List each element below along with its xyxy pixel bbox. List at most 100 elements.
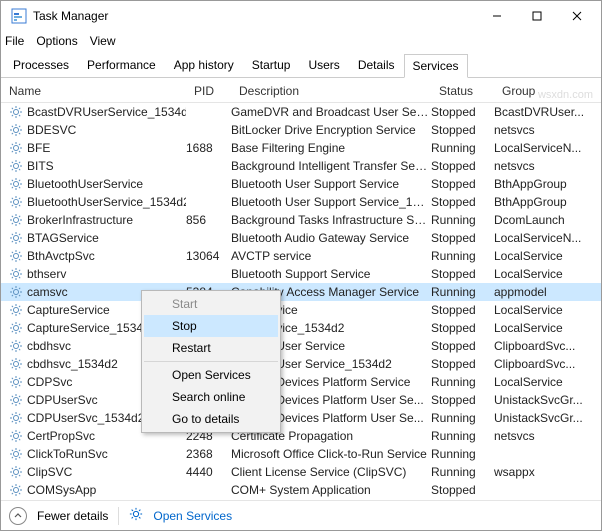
- table-row[interactable]: COMSysAppCOM+ System ApplicationStopped: [1, 481, 601, 499]
- service-name: cbdhsvc_1534d2: [27, 357, 118, 371]
- table-row[interactable]: CaptureServicexxxxxxx viceStoppedLocalSe…: [1, 301, 601, 319]
- ctx-go-to-details[interactable]: Go to details: [144, 408, 278, 430]
- tab-processes[interactable]: Processes: [4, 53, 78, 77]
- service-status: Running: [431, 411, 494, 425]
- menu-view[interactable]: View: [90, 34, 116, 48]
- table-row[interactable]: BDESVCBitLocker Drive Encryption Service…: [1, 121, 601, 139]
- table-row[interactable]: CaptureService_1534xxxxxxx vice_1534d2St…: [1, 319, 601, 337]
- service-name: camsvc: [27, 285, 68, 299]
- service-status: Running: [431, 429, 494, 443]
- service-icon: [9, 465, 23, 479]
- col-status[interactable]: Status: [439, 84, 502, 98]
- service-group: LocalServiceN...: [494, 231, 601, 245]
- tab-services[interactable]: Services: [404, 54, 468, 78]
- service-group: LocalService: [494, 267, 601, 281]
- task-manager-window: Task Manager File Options View Processes…: [0, 0, 602, 531]
- table-row[interactable]: cbdhsvcxxxxxxx User ServiceStoppedClipbo…: [1, 337, 601, 355]
- service-status: Stopped: [431, 267, 494, 281]
- service-name: BFE: [27, 141, 50, 155]
- service-pid: 13064: [186, 249, 231, 263]
- table-row[interactable]: BFE1688Base Filtering EngineRunningLocal…: [1, 139, 601, 157]
- fewer-details-button[interactable]: Fewer details: [37, 509, 108, 523]
- service-status: Running: [431, 285, 494, 299]
- column-headers: Name PID Description Status Group: [1, 78, 601, 103]
- table-row[interactable]: camsvc5384Capability Access Manager Serv…: [1, 283, 601, 301]
- service-description: Client License Service (ClipSVC): [231, 465, 431, 479]
- gear-icon[interactable]: [129, 507, 143, 524]
- service-group: LocalService: [494, 303, 601, 317]
- table-row[interactable]: BluetoothUserServiceBluetooth User Suppo…: [1, 175, 601, 193]
- table-row[interactable]: CDPUserSvcxxxxxxx Devices Platform User …: [1, 391, 601, 409]
- service-status: Stopped: [431, 159, 494, 173]
- tab-performance[interactable]: Performance: [78, 53, 165, 77]
- ctx-start[interactable]: Start: [144, 293, 278, 315]
- service-description: Microsoft Office Click-to-Run Service: [231, 447, 431, 461]
- maximize-button[interactable]: [517, 2, 557, 30]
- service-group: BthAppGroup: [494, 177, 601, 191]
- table-row[interactable]: BcastDVRUserService_1534d2GameDVR and Br…: [1, 103, 601, 121]
- service-name: ClickToRunSvc: [27, 447, 108, 461]
- minimize-button[interactable]: [477, 2, 517, 30]
- table-row[interactable]: BthAvctpSvc13064AVCTP serviceRunningLoca…: [1, 247, 601, 265]
- service-icon: [9, 105, 23, 119]
- service-icon: [9, 267, 23, 281]
- table-row[interactable]: ClickToRunSvc 2368Microsoft Office Click-…: [1, 445, 601, 463]
- table-row[interactable]: BTAGServiceBluetooth Audio Gateway Servi…: [1, 229, 601, 247]
- service-description: GameDVR and Broadcast User Servic...: [231, 105, 431, 119]
- service-icon: [9, 393, 23, 407]
- tab-startup[interactable]: Startup: [243, 53, 300, 77]
- ctx-search-online[interactable]: Search online: [144, 386, 278, 408]
- service-icon: [9, 177, 23, 191]
- tab-users[interactable]: Users: [299, 53, 348, 77]
- service-icon: [9, 429, 23, 443]
- table-row[interactable]: cbdhsvc_1534d2xxxxxxx User Service_1534d…: [1, 355, 601, 373]
- service-status: Stopped: [431, 321, 494, 335]
- table-row[interactable]: CertPropSvc2248Certificate PropagationRu…: [1, 427, 601, 445]
- service-icon: [9, 213, 23, 227]
- service-name: ClipSVC: [27, 465, 72, 479]
- service-group: netsvcs: [494, 159, 601, 173]
- service-description: Bluetooth Support Service: [231, 267, 431, 281]
- titlebar: Task Manager: [1, 1, 601, 31]
- service-name: cbdhsvc: [27, 339, 71, 353]
- service-description: Bluetooth User Support Service_153...: [231, 195, 431, 209]
- service-icon: [9, 159, 23, 173]
- col-pid[interactable]: PID: [194, 84, 239, 98]
- service-group: ClipboardSvc...: [494, 357, 601, 371]
- table-row[interactable]: ClipSVC4440Client License Service (ClipS…: [1, 463, 601, 481]
- service-description: Bluetooth User Support Service: [231, 177, 431, 191]
- ctx-open-services[interactable]: Open Services: [144, 364, 278, 386]
- table-row[interactable]: BluetoothUserService_1534d2Bluetooth Use…: [1, 193, 601, 211]
- context-menu: Start Stop Restart Open Services Search …: [141, 290, 281, 433]
- service-name: CDPUserSvc_1534d2: [27, 411, 144, 425]
- ctx-stop[interactable]: Stop: [144, 315, 278, 337]
- service-group: ClipboardSvc...: [494, 339, 601, 353]
- service-group: LocalService: [494, 321, 601, 335]
- table-row[interactable]: bthservBluetooth Support ServiceStoppedL…: [1, 265, 601, 283]
- col-description[interactable]: Description: [239, 84, 439, 98]
- service-group: wsappx: [494, 465, 601, 479]
- service-name: CaptureService_1534: [27, 321, 143, 335]
- menu-options[interactable]: Options: [36, 34, 77, 48]
- table-row[interactable]: CDPUserSvc_1534d2xxxxxxx Devices Platfor…: [1, 409, 601, 427]
- close-button[interactable]: [557, 2, 597, 30]
- table-row[interactable]: CDPSvcxxxxxxx Devices Platform ServiceRu…: [1, 373, 601, 391]
- open-services-link[interactable]: Open Services: [153, 509, 232, 523]
- service-description: BitLocker Drive Encryption Service: [231, 123, 431, 137]
- table-row[interactable]: BrokerInfrastructure856Background Tasks …: [1, 211, 601, 229]
- col-name[interactable]: Name: [9, 84, 194, 98]
- ctx-restart[interactable]: Restart: [144, 337, 278, 359]
- ctx-separator: [144, 361, 278, 362]
- tab-apphistory[interactable]: App history: [165, 53, 243, 77]
- service-status: Running: [431, 465, 494, 479]
- table-row[interactable]: BITSBackground Intelligent Transfer Serv…: [1, 157, 601, 175]
- service-icon: [9, 411, 23, 425]
- service-status: Running: [431, 447, 494, 461]
- service-pid: 2368: [186, 447, 231, 461]
- service-name: BTAGService: [27, 231, 99, 245]
- service-name: BrokerInfrastructure: [27, 213, 133, 227]
- service-status: Stopped: [431, 483, 494, 497]
- chevron-up-icon[interactable]: [9, 507, 27, 525]
- tab-details[interactable]: Details: [349, 53, 404, 77]
- menu-file[interactable]: File: [5, 34, 24, 48]
